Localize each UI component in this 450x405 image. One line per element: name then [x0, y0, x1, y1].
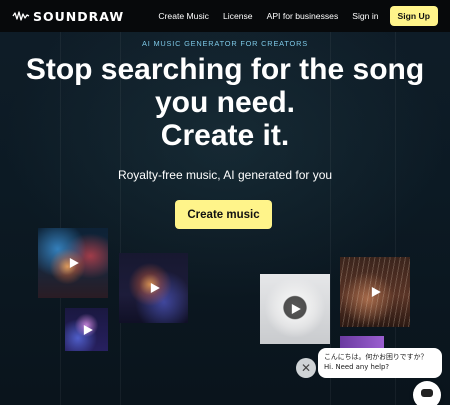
headline-line: Create it. — [160, 119, 290, 152]
video-thumbnail[interactable] — [260, 274, 330, 344]
logo[interactable]: SOUNDRAW — [12, 9, 124, 24]
hero-subhead: Royalty-free music, AI generated for you — [117, 168, 333, 182]
sign-up-button[interactable]: Sign Up — [389, 6, 438, 26]
play-icon — [371, 287, 381, 297]
top-navbar: SOUNDRAW Create Music License API for bu… — [0, 0, 450, 32]
video-thumbnail[interactable] — [119, 253, 188, 323]
nav-link-license[interactable]: License — [223, 11, 253, 21]
play-icon — [83, 324, 93, 335]
chat-bubble-icon — [421, 389, 433, 397]
video-thumbnail[interactable] — [65, 308, 108, 351]
play-icon — [69, 258, 79, 268]
headline-line: you need. — [154, 86, 296, 119]
logo-text: SOUNDRAW — [33, 8, 125, 24]
video-thumbnail[interactable] — [38, 228, 108, 298]
waveform-logo-icon — [12, 11, 30, 21]
headline-line: Stop searching for the song — [25, 53, 425, 86]
nav-links: Create Music License API for businesses … — [158, 6, 438, 26]
play-icon — [150, 283, 160, 293]
nav-link-api[interactable]: API for businesses — [267, 11, 339, 21]
play-icon — [291, 304, 301, 314]
hero-eyebrow: AI MUSIC GENERATOR FOR CREATORS — [142, 39, 308, 48]
hero-headline: Stop searching for the song you need. Cr… — [0, 53, 450, 152]
create-music-button[interactable]: Create music — [175, 200, 272, 229]
chat-icon[interactable] — [413, 381, 441, 405]
nav-link-sign-in[interactable]: Sign in — [352, 11, 378, 21]
video-thumbnail[interactable] — [340, 257, 410, 327]
close-icon[interactable]: ✕ — [296, 358, 316, 378]
chat-message-bubble[interactable]: こんにちは。何かお困りですか？Hi. Need any help? — [318, 348, 442, 378]
nav-link-create-music[interactable]: Create Music — [158, 11, 209, 21]
